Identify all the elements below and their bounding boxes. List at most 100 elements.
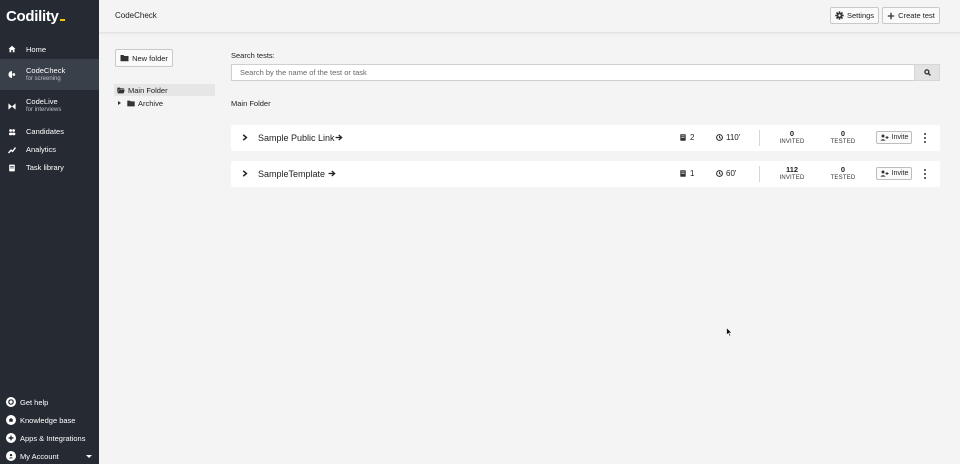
- tasks-icon: [680, 170, 686, 177]
- tested-label: TESTED: [830, 175, 856, 181]
- search-icon: [923, 69, 931, 76]
- codility-logo[interactable]: Codility: [6, 8, 65, 25]
- duration: 110': [716, 133, 740, 142]
- task-count-value: 2: [690, 133, 695, 142]
- mouse-cursor-icon: [726, 326, 733, 339]
- arrow-right-icon[interactable]: [328, 170, 336, 179]
- invited-count: 112: [785, 165, 799, 174]
- create-test-button[interactable]: Create test: [882, 7, 940, 24]
- task-count: 2: [680, 133, 694, 142]
- sidebar-item-candidates[interactable]: Candidates: [0, 125, 99, 138]
- sidebar-item-label: Candidates: [26, 127, 64, 136]
- sidebar: Codility Home CodeCheck for screening Co…: [0, 0, 99, 464]
- create-test-label: Create test: [898, 11, 935, 20]
- plus-icon: [887, 12, 895, 20]
- sidebar-item-label: Task library: [26, 163, 64, 172]
- bottom-item-label: Apps & Integrations: [20, 433, 86, 443]
- page-title: CodeCheck: [115, 11, 157, 20]
- folder-archive-label: Archive: [138, 98, 164, 108]
- invited-label: INVITED: [779, 175, 805, 181]
- settings-button[interactable]: Settings: [830, 7, 879, 24]
- sidebar-item-sublabel: for interviews: [26, 107, 62, 113]
- test-name[interactable]: SampleTemplate: [258, 169, 325, 179]
- breadcrumb: Main Folder: [231, 99, 271, 108]
- divider: [759, 130, 760, 146]
- sidebar-get-help[interactable]: Get help: [0, 396, 99, 408]
- bottom-item-label: Get help: [20, 397, 49, 407]
- codecheck-icon: [8, 70, 16, 79]
- folder-add-icon: [120, 54, 129, 62]
- more-options-icon[interactable]: [923, 169, 927, 179]
- test-row[interactable]: Sample Public Link 2 110' 0 INVITED 0 TE…: [231, 125, 940, 151]
- invite-button[interactable]: Invite: [876, 131, 912, 144]
- search-input[interactable]: [231, 64, 915, 81]
- invite-label: Invite: [891, 134, 909, 141]
- sidebar-item-label: CodeLive: [26, 97, 58, 106]
- folder-main[interactable]: Main Folder: [114, 84, 215, 96]
- settings-label: Settings: [846, 11, 875, 20]
- clock-icon: [716, 170, 723, 177]
- sidebar-knowledge-base[interactable]: Knowledge base: [0, 414, 99, 426]
- sidebar-item-home[interactable]: Home: [0, 42, 99, 56]
- test-name[interactable]: Sample Public Link: [258, 133, 335, 143]
- search-label: Search tests:: [231, 51, 275, 60]
- tested-stat: 0 TESTED: [823, 165, 863, 183]
- folder-archive[interactable]: Archive: [118, 98, 163, 108]
- test-row[interactable]: SampleTemplate 1 60' 112 INVITED 0 TESTE…: [231, 161, 940, 187]
- tested-count: 0: [840, 165, 846, 174]
- gear-icon: [835, 11, 844, 20]
- divider: [759, 166, 760, 182]
- invited-count: 0: [789, 129, 795, 138]
- home-icon: [8, 45, 16, 53]
- sidebar-my-account[interactable]: My Account: [0, 450, 99, 462]
- sidebar-apps-integrations[interactable]: Apps & Integrations: [0, 432, 99, 444]
- invited-stat: 0 INVITED: [772, 129, 812, 147]
- more-options-icon[interactable]: [923, 133, 927, 143]
- sidebar-item-codecheck[interactable]: CodeCheck for screening: [0, 59, 99, 90]
- folder-open-icon: [117, 87, 125, 94]
- invite-label: Invite: [891, 170, 909, 177]
- tested-count: 0: [840, 129, 846, 138]
- sidebar-item-label: Home: [26, 44, 47, 54]
- tested-stat: 0 TESTED: [823, 129, 863, 147]
- arrow-right-icon[interactable]: [335, 134, 343, 143]
- duration: 60': [716, 169, 736, 178]
- duration-value: 60': [726, 169, 737, 178]
- help-icon: [6, 397, 16, 407]
- chevron-right-icon[interactable]: [242, 134, 248, 143]
- task-library-icon: [8, 164, 16, 172]
- logo-text: Codility: [6, 8, 59, 25]
- duration-value: 110': [726, 133, 741, 142]
- chevron-down-icon: [86, 454, 92, 458]
- codelive-icon: [8, 102, 16, 110]
- invited-stat: 112 INVITED: [772, 165, 812, 183]
- chevron-right-icon[interactable]: [242, 170, 248, 179]
- tasks-icon: [680, 134, 686, 141]
- add-user-icon: [880, 170, 889, 177]
- sidebar-item-label: CodeCheck: [26, 65, 66, 75]
- logo-cursor-mark: [59, 19, 65, 21]
- knowledge-base-icon: [6, 415, 16, 425]
- bottom-item-label: Knowledge base: [20, 415, 76, 425]
- folder-main-label: Main Folder: [128, 85, 168, 95]
- bottom-item-label: My Account: [20, 451, 59, 461]
- task-count-value: 1: [690, 169, 695, 178]
- add-user-icon: [880, 134, 889, 141]
- task-count: 1: [680, 169, 694, 178]
- sidebar-item-analytics[interactable]: Analytics: [0, 143, 99, 156]
- new-folder-label: New folder: [132, 53, 168, 63]
- candidates-icon: [8, 128, 16, 136]
- folder-icon: [127, 100, 135, 107]
- analytics-icon: [8, 146, 16, 154]
- tested-label: TESTED: [830, 139, 856, 145]
- sidebar-item-sublabel: for screening: [26, 75, 61, 82]
- caret-right-icon[interactable]: [118, 101, 121, 105]
- sidebar-item-codelive[interactable]: CodeLive for interviews: [0, 94, 99, 118]
- invited-label: INVITED: [779, 139, 805, 145]
- new-folder-button[interactable]: New folder: [115, 49, 173, 67]
- search-button[interactable]: [914, 64, 940, 81]
- account-icon: [6, 451, 16, 461]
- clock-icon: [716, 134, 723, 141]
- sidebar-item-task-library[interactable]: Task library: [0, 161, 99, 174]
- invite-button[interactable]: Invite: [876, 167, 912, 180]
